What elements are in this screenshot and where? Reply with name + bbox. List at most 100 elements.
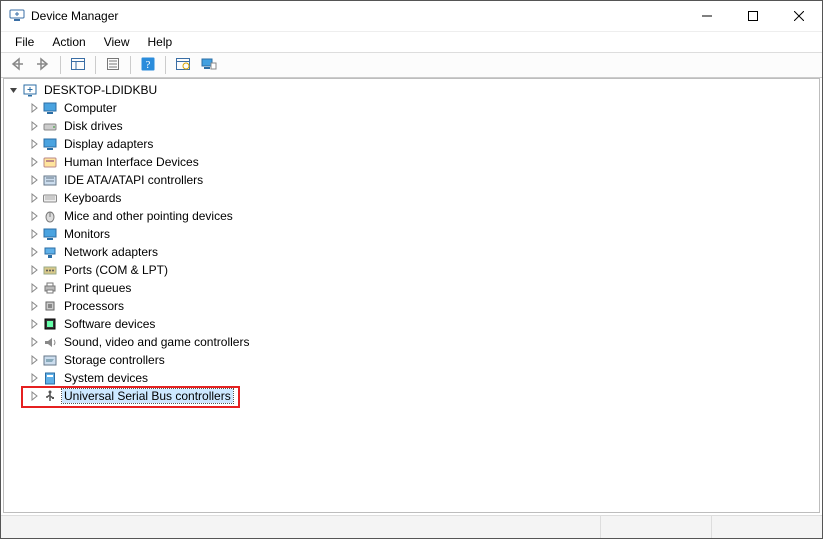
tree-item-label: Mice and other pointing devices (62, 209, 235, 223)
network-icon (42, 244, 58, 260)
tree-item-label: Monitors (62, 227, 112, 241)
arrow-left-icon (9, 57, 25, 74)
tree-item[interactable]: Mice and other pointing devices (4, 207, 819, 225)
expander-icon[interactable] (28, 282, 40, 294)
menubar: File Action View Help (1, 32, 822, 52)
software-icon (42, 316, 58, 332)
system-icon (42, 370, 58, 386)
expander-icon[interactable] (28, 318, 40, 330)
tree-item[interactable]: Storage controllers (4, 351, 819, 369)
tree-item-label: Sound, video and game controllers (62, 335, 251, 349)
expander-icon[interactable] (28, 192, 40, 204)
tree-root[interactable]: DESKTOP-LDIDKBU (4, 81, 819, 99)
tree-item-label: Computer (62, 101, 119, 115)
tree-item-label: Keyboards (62, 191, 123, 205)
expander-icon[interactable] (28, 354, 40, 366)
sound-icon (42, 334, 58, 350)
tree-item[interactable]: Sound, video and game controllers (4, 333, 819, 351)
expander-icon[interactable] (28, 228, 40, 240)
expander-icon[interactable] (28, 390, 40, 402)
maximize-button[interactable] (730, 1, 776, 31)
tree-item-label: System devices (62, 371, 150, 385)
port-icon (42, 262, 58, 278)
expander-icon[interactable] (28, 156, 40, 168)
toolbar-separator (60, 56, 61, 74)
storage-icon (42, 352, 58, 368)
tree-item[interactable]: Disk drives (4, 117, 819, 135)
monitor-icon (42, 226, 58, 242)
panel-icon (70, 57, 86, 74)
menu-file[interactable]: File (7, 34, 42, 50)
expander-icon[interactable] (28, 372, 40, 384)
tree-item[interactable]: Software devices (4, 315, 819, 333)
devices-icon (201, 57, 217, 74)
properties-button[interactable] (101, 54, 125, 76)
expander-icon[interactable] (28, 336, 40, 348)
device-tree[interactable]: DESKTOP-LDIDKBU Computer Disk drives Displa… (3, 78, 820, 513)
close-button[interactable] (776, 1, 822, 31)
tree-item-label: Display adapters (62, 137, 155, 151)
ide-icon (42, 172, 58, 188)
tree-item[interactable]: Computer (4, 99, 819, 117)
tree-item-label: Universal Serial Bus controllers (62, 389, 233, 403)
tree-item[interactable]: Network adapters (4, 243, 819, 261)
tree-item[interactable]: IDE ATA/ATAPI controllers (4, 171, 819, 189)
monitor-icon (42, 100, 58, 116)
expander-icon[interactable] (28, 120, 40, 132)
properties-icon (106, 57, 120, 74)
toolbar-separator (130, 56, 131, 74)
tree-item-label: Print queues (62, 281, 133, 295)
disk-icon (42, 118, 58, 134)
monitor-icon (42, 136, 58, 152)
expander-icon[interactable] (28, 138, 40, 150)
tree-item[interactable]: Monitors (4, 225, 819, 243)
forward-button[interactable] (31, 54, 55, 76)
menu-action[interactable]: Action (44, 34, 93, 50)
tree-item[interactable]: Universal Serial Bus controllers (4, 387, 819, 405)
tree-item[interactable]: Ports (COM & LPT) (4, 261, 819, 279)
usb-icon (42, 388, 58, 404)
titlebar: Device Manager (1, 1, 822, 32)
tree-item-label: Software devices (62, 317, 157, 331)
toolbar-separator (95, 56, 96, 74)
minimize-button[interactable] (684, 1, 730, 31)
keyboard-icon (42, 190, 58, 206)
tree-item[interactable]: Display adapters (4, 135, 819, 153)
menu-view[interactable]: View (96, 34, 138, 50)
scan-icon (175, 57, 191, 74)
hid-icon (42, 154, 58, 170)
expander-icon[interactable] (8, 84, 20, 96)
svg-text:?: ? (146, 59, 151, 71)
tree-item-label: Processors (62, 299, 126, 313)
tree-item-label: Storage controllers (62, 353, 167, 367)
show-hide-button[interactable] (66, 54, 90, 76)
expander-icon[interactable] (28, 300, 40, 312)
expander-icon[interactable] (28, 264, 40, 276)
back-button[interactable] (5, 54, 29, 76)
window-title: Device Manager (31, 9, 118, 23)
toolbar: ? (1, 52, 822, 78)
menu-help[interactable]: Help (140, 34, 181, 50)
expander-icon[interactable] (28, 102, 40, 114)
expander-icon[interactable] (28, 210, 40, 222)
arrow-right-icon (35, 57, 51, 74)
tree-item[interactable]: Keyboards (4, 189, 819, 207)
tree-item[interactable]: Processors (4, 297, 819, 315)
tree-item-label: Human Interface Devices (62, 155, 201, 169)
scan-button[interactable] (171, 54, 195, 76)
help-icon: ? (141, 57, 155, 74)
tree-item-label: Network adapters (62, 245, 160, 259)
tree-root-label: DESKTOP-LDIDKBU (42, 83, 159, 97)
statusbar (1, 515, 822, 538)
printer-icon (42, 280, 58, 296)
tree-item[interactable]: Print queues (4, 279, 819, 297)
tree-item-label: Ports (COM & LPT) (62, 263, 170, 277)
tree-item-label: Disk drives (62, 119, 125, 133)
expander-icon[interactable] (28, 174, 40, 186)
help-button[interactable]: ? (136, 54, 160, 76)
tree-item[interactable]: Human Interface Devices (4, 153, 819, 171)
tree-item[interactable]: System devices (4, 369, 819, 387)
expander-icon[interactable] (28, 246, 40, 258)
devices-button[interactable] (197, 54, 221, 76)
toolbar-separator (165, 56, 166, 74)
